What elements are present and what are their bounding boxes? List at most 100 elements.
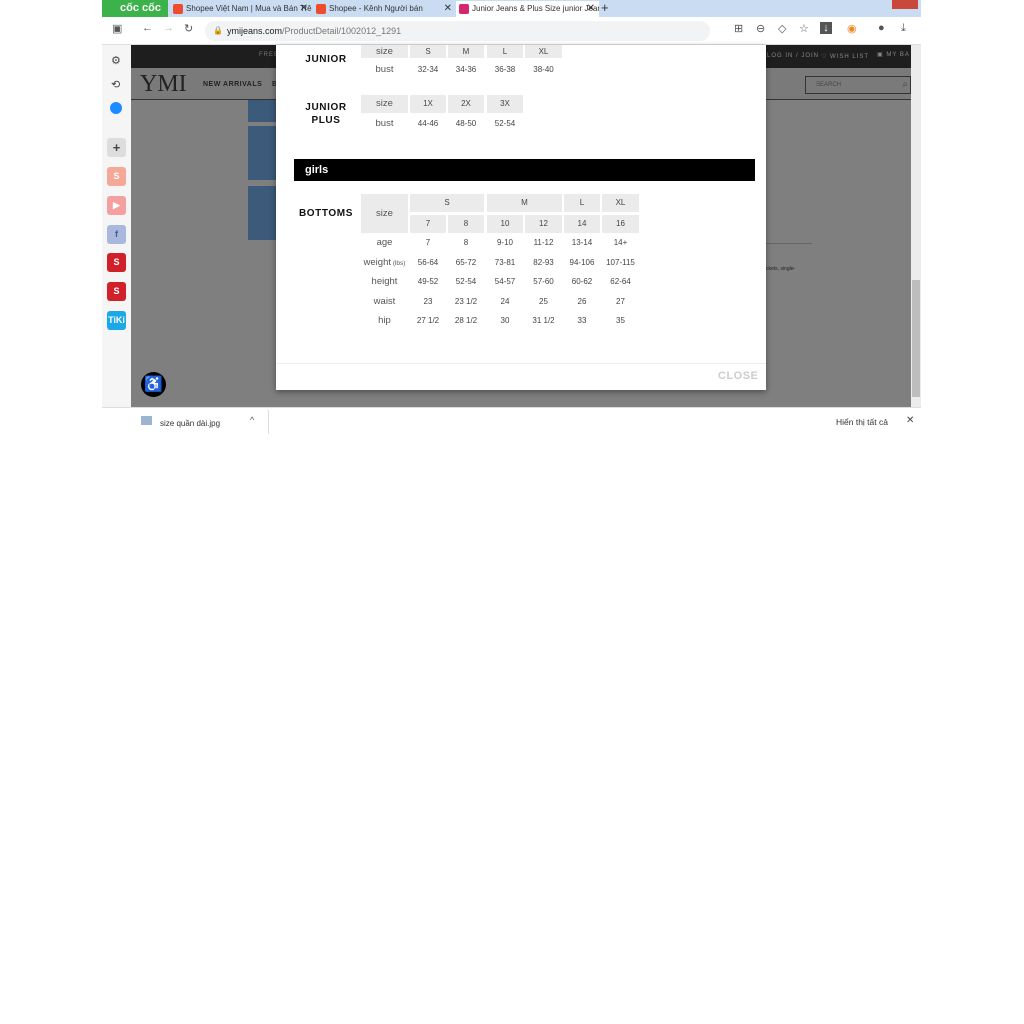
- measurement-cell: 31 1/2: [532, 316, 555, 325]
- bust-cell: 52-54: [494, 119, 516, 128]
- profile-icon[interactable]: ●: [878, 22, 885, 34]
- row-label-text: weight: [363, 256, 391, 268]
- measurement-cell: 33: [577, 316, 587, 325]
- lock-icon: 🔒: [213, 26, 223, 35]
- messenger-icon[interactable]: [110, 102, 122, 114]
- measurement-cell: 14+: [613, 238, 628, 247]
- size-number-cell: 7: [410, 215, 446, 233]
- shopee-app-icon[interactable]: S: [107, 167, 126, 186]
- show-all-downloads-button[interactable]: Hiển thị tất cả: [836, 417, 888, 427]
- tab-shopee[interactable]: Shopee Việt Nam | Mua và Bán Trên ✕: [170, 1, 312, 17]
- size-number-cell: 16: [602, 215, 639, 233]
- tab-ymi[interactable]: Junior Jeans & Plus Size junior Jeans ✕: [456, 1, 599, 17]
- row-label: waist: [355, 293, 414, 311]
- downloads-icon[interactable]: ⤓: [901, 22, 906, 35]
- measurement-cell: 8: [463, 238, 469, 247]
- extension-icon[interactable]: ◉: [847, 22, 857, 35]
- measurement-cell: 82-93: [533, 257, 554, 267]
- reload-icon[interactable]: ↻: [184, 22, 193, 35]
- facebook-app-icon[interactable]: f: [107, 225, 126, 244]
- image-file-icon: [141, 416, 152, 425]
- divider: [766, 243, 812, 244]
- row-label-text: height: [371, 276, 398, 287]
- download-item[interactable]: size quần dài.jpg: [160, 419, 220, 428]
- measurement-cell: 27 1/2: [416, 316, 440, 325]
- login-link[interactable]: LOG IN / JOIN: [767, 53, 819, 59]
- size-group-cell: S: [410, 194, 484, 212]
- size-header-cell: size: [361, 194, 408, 233]
- measurement-cell: 26: [577, 296, 587, 306]
- divider: [268, 410, 269, 434]
- settings-icon[interactable]: ⚙: [111, 54, 121, 67]
- forward-icon[interactable]: →: [163, 22, 174, 34]
- product-thumbnail[interactable]: [248, 100, 276, 122]
- zoom-out-icon[interactable]: ⊖: [756, 22, 765, 35]
- measurement-cell: 23 1/2: [454, 296, 478, 306]
- shopee-icon: [316, 4, 326, 14]
- measurement-cell: 24: [500, 296, 510, 306]
- chevron-up-icon[interactable]: ^: [250, 415, 254, 425]
- window-controls[interactable]: [848, 0, 918, 9]
- measurement-cell: 54-57: [494, 277, 516, 286]
- size-group-cell: L: [564, 194, 600, 212]
- measurement-cell: 73-81: [494, 257, 516, 267]
- bust-cell: bust: [375, 64, 394, 75]
- measurement-cell: 57-60: [533, 277, 554, 286]
- measurement-cell: 11-12: [533, 238, 554, 247]
- shopee-mall-app-icon[interactable]: S: [107, 253, 126, 272]
- ymi-logo[interactable]: YMI: [140, 71, 187, 98]
- measurement-cell: 13-14: [571, 238, 593, 247]
- bust-cell: 48-50: [455, 119, 477, 128]
- search-icon[interactable]: ⌕: [902, 77, 908, 93]
- scrollbar-thumb[interactable]: [912, 280, 920, 397]
- bust-cell: 34-36: [455, 65, 477, 74]
- size-number-cell: 12: [525, 215, 562, 233]
- product-thumbnail[interactable]: [248, 186, 276, 240]
- back-icon[interactable]: ←: [142, 22, 153, 34]
- star-icon[interactable]: ☆: [799, 22, 809, 35]
- size-number-cell: 8: [448, 215, 484, 233]
- measurement-cell: 60-62: [571, 277, 593, 286]
- add-app-icon[interactable]: +: [107, 138, 126, 157]
- sidebar-toggle-icon[interactable]: ▣: [112, 22, 122, 35]
- close-tab-icon[interactable]: ✕: [444, 1, 452, 17]
- measurement-cell: 35: [616, 316, 625, 325]
- close-button[interactable]: CLOSE: [718, 370, 758, 382]
- measurement-cell: 94-106: [569, 257, 595, 267]
- junior-label: JUNIOR: [305, 54, 347, 65]
- row-label-text: hip: [378, 315, 391, 326]
- close-tab-icon[interactable]: ✕: [300, 1, 308, 17]
- url-field[interactable]: 🔒 ymijeans.com/ProductDetail/1002012_1291: [205, 21, 710, 41]
- tiki-app-icon[interactable]: TiKi: [107, 311, 126, 330]
- download-page-icon[interactable]: ↓: [820, 22, 832, 34]
- wishlist-link[interactable]: ♡ WISH LIST: [821, 53, 869, 60]
- search-input[interactable]: SEARCH ⌕: [805, 76, 911, 94]
- measurement-cell: 28 1/2: [454, 316, 478, 325]
- accessibility-icon[interactable]: ♿: [141, 372, 166, 397]
- new-tab-button[interactable]: +: [601, 0, 609, 15]
- close-tab-icon[interactable]: ✕: [587, 1, 595, 17]
- measurement-cell: 62-64: [610, 277, 631, 286]
- measurement-cell: 56-64: [417, 257, 439, 267]
- close-window-icon[interactable]: [892, 0, 918, 9]
- junior-plus-label: JUNIOR PLUS: [305, 102, 347, 126]
- shopee-sale-app-icon[interactable]: S: [107, 282, 126, 301]
- product-thumbnail[interactable]: [248, 126, 276, 180]
- youtube-app-icon[interactable]: ▶: [107, 196, 126, 215]
- size-group-cell: XL: [602, 194, 639, 212]
- bust-cell: 44-46: [417, 119, 439, 128]
- size-number-cell: 14: [564, 215, 600, 233]
- history-icon[interactable]: ⟲: [111, 78, 120, 91]
- unit-label: (lbs): [392, 259, 406, 267]
- close-download-bar-icon[interactable]: ✕: [906, 415, 914, 426]
- shield-icon[interactable]: ◇: [778, 22, 786, 35]
- size-header-cell: 2X: [448, 95, 484, 113]
- tab-shopee-seller[interactable]: Shopee - Kênh Người bán ✕: [313, 1, 456, 17]
- row-label: age: [355, 234, 414, 252]
- bag-link[interactable]: ▣ MY BA: [877, 51, 910, 58]
- size-header-cell: size: [361, 45, 408, 58]
- translate-icon[interactable]: ⊞: [734, 22, 743, 35]
- nav-new-arrivals[interactable]: NEW ARRIVALS: [203, 81, 262, 88]
- size-header-cell: S: [410, 45, 446, 58]
- browser-logo[interactable]: cốc cốc: [102, 0, 168, 17]
